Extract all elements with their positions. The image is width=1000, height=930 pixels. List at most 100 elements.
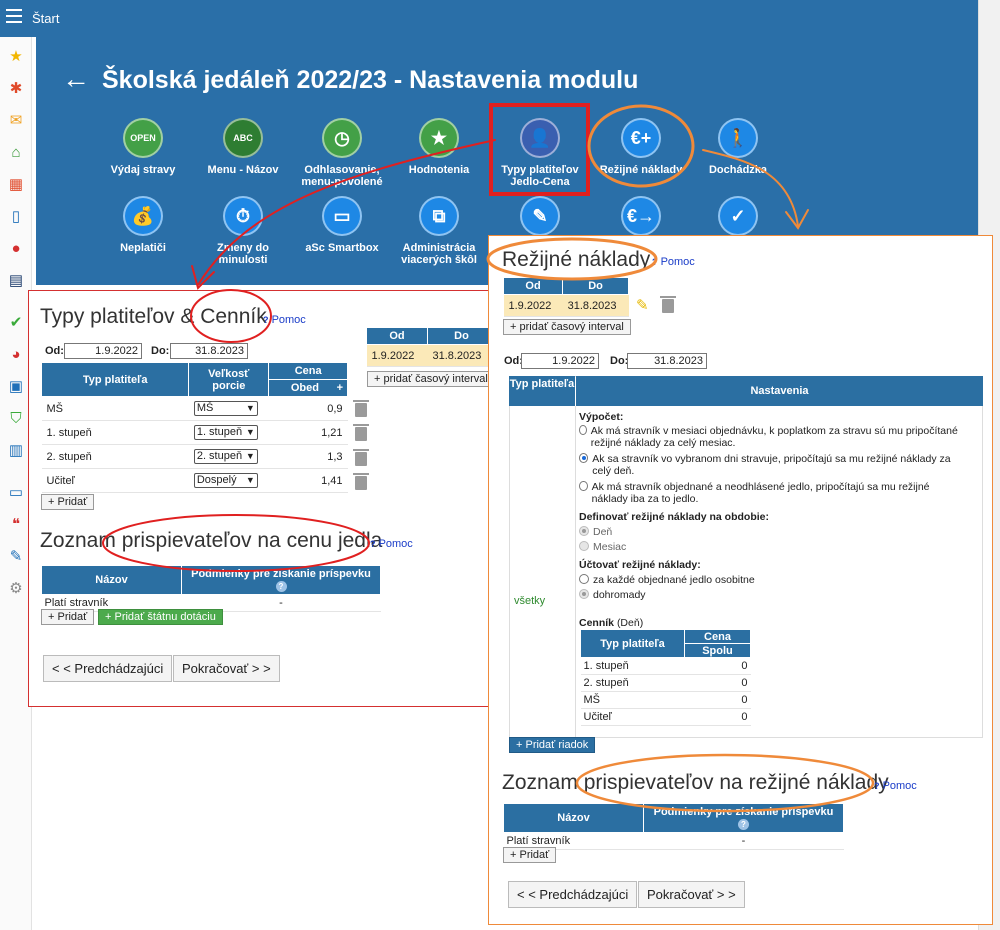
price-cell[interactable]: 0 [684, 708, 751, 726]
add-contributor-button[interactable]: + Pridať [41, 609, 95, 625]
module-clock[interactable]: ◷ Odhlasovanie, menu-povolené [292, 118, 392, 188]
info-icon[interactable]: ? [738, 819, 749, 830]
module-clock-history[interactable]: ⏱ Zmeny do minulosti [193, 196, 293, 266]
calc-option-monthly[interactable]: Ak má stravník v mesiaci objednávku, k p… [579, 425, 959, 449]
table-row[interactable]: 1.9.2022 31.8.2023 [503, 294, 629, 317]
home-icon[interactable]: ⌂ [7, 144, 25, 162]
module-star[interactable]: ★ Hodnotenia [389, 118, 489, 176]
module-monitor[interactable]: ▭ aSc Smartbox [292, 196, 392, 254]
delete-icon[interactable] [353, 424, 369, 444]
portion-select[interactable]: Dospelý ▼ [193, 473, 258, 488]
star-icon[interactable]: ★ [7, 48, 25, 66]
info-icon[interactable]: ? [275, 581, 287, 592]
calc-option-daily[interactable]: Ak sa stravník vo vybranom dni stravuje,… [579, 453, 959, 477]
od-input[interactable]: 1.9.2022 [64, 343, 142, 359]
billing-option-together[interactable]: dohromady [579, 589, 959, 601]
add-interval-button[interactable]: + pridať časový interval [503, 319, 631, 335]
module-org-chart[interactable]: ⧉ Administrácia viacerých škôl [389, 196, 489, 266]
add-state-subsidy-button[interactable]: + Pridať štátnu dotáciu [98, 609, 223, 625]
price-cell[interactable]: 1,41 [268, 468, 348, 493]
do-input[interactable]: 31.8.2023 [170, 343, 248, 359]
billing-label: Účtovať režijné náklady: [579, 559, 701, 571]
delete-icon[interactable] [353, 400, 369, 420]
add-contributor-button[interactable]: + Pridať [503, 847, 557, 863]
column-header: Nastavenia [576, 376, 983, 406]
calendar-icon[interactable]: ▦ [7, 176, 25, 194]
column-header: Cena [268, 362, 348, 380]
arrow-left-icon[interactable]: ← [62, 64, 90, 94]
help-link[interactable]: ? Pomoc [874, 780, 917, 792]
edit-pencil-icon[interactable]: ✎ [636, 296, 649, 314]
payment-icon: ✎ [520, 196, 560, 236]
module-walking[interactable]: 🚶 Dochádzka [688, 118, 788, 176]
table-cell: 31.8.2023 [427, 344, 496, 367]
shield-check-icon[interactable]: ⛉ [7, 410, 25, 428]
radio-button[interactable] [579, 574, 589, 584]
calc-option-per-meal[interactable]: Ak má stravník objednané a neodhlásené j… [579, 481, 959, 505]
briefcase-icon[interactable]: ▣ [7, 378, 25, 396]
portion-select[interactable]: 1. stupeň ▼ [193, 425, 258, 440]
price-cell[interactable]: 0 [684, 674, 751, 692]
help-label: Pomoc [882, 780, 917, 792]
palm-icon[interactable]: ✱ [7, 80, 25, 98]
column-header: Podmienky pre získanie príspevku ? [643, 803, 844, 833]
book-icon[interactable]: ▭ [7, 484, 25, 502]
help-link[interactable]: ? Pomoc [263, 314, 306, 326]
portion-select[interactable]: 2. stupeň ▼ [193, 449, 258, 464]
next-button[interactable]: Pokračovať > > [173, 655, 280, 682]
price-cell[interactable]: 1,21 [268, 420, 348, 445]
bar-chart-icon[interactable]: ▥ [7, 442, 25, 460]
phone-icon[interactable]: ▯ [7, 208, 25, 226]
help-label: Pomoc [378, 538, 413, 550]
cash-register-icon[interactable]: ▤ [7, 272, 25, 290]
help-link[interactable]: ? Pomoc [370, 538, 413, 550]
hamburger-icon[interactable] [6, 9, 22, 23]
price-cell[interactable]: 0 [684, 657, 751, 675]
delete-icon[interactable] [660, 296, 676, 316]
option-label: Ak má stravník objednané a neodhlásené j… [591, 481, 930, 505]
plus-icon[interactable]: + [337, 382, 343, 394]
module-euro-plus[interactable]: €+ Režijné náklady [591, 118, 691, 176]
previous-button[interactable]: < < Predchádzajúci [508, 881, 638, 908]
od-input[interactable]: 1.9.2022 [521, 353, 599, 369]
radio-button[interactable] [579, 425, 587, 435]
module-moneybag[interactable]: 💰 Neplatiči [93, 196, 193, 254]
price-cell[interactable]: 0,9 [268, 396, 348, 421]
previous-button[interactable]: < < Predchádzajúci [43, 655, 173, 682]
add-row-button[interactable]: + Pridať riadok [509, 737, 596, 753]
selection-highlight [489, 103, 590, 196]
add-button[interactable]: + Pridať [41, 494, 95, 510]
do-input[interactable]: 31.8.2023 [627, 353, 707, 369]
top-bar: Štart [0, 0, 978, 37]
gear-icon[interactable]: ⚙ [7, 580, 25, 598]
interval-table: Od Do 1.9.2022 31.8.2023 [502, 277, 629, 317]
calculation-label: Výpočet: [579, 411, 624, 423]
check-icon[interactable]: ✔ [7, 314, 25, 332]
billing-option-each[interactable]: za každé objednané jedlo osobitne [579, 574, 959, 586]
price-cell[interactable]: 1,3 [268, 444, 348, 469]
price-cell[interactable]: 0 [684, 691, 751, 709]
next-button[interactable]: Pokračovať > > [638, 881, 745, 908]
table-row[interactable]: 1.9.2022 31.8.2023 [366, 344, 496, 367]
pen-icon[interactable]: ✎ [7, 548, 25, 566]
radio-button[interactable] [579, 481, 588, 491]
add-interval-button[interactable]: + pridať časový interval [367, 371, 495, 387]
chat-icon[interactable]: ❝ [7, 516, 25, 534]
chart-pie-icon[interactable]: ◕ [7, 346, 25, 364]
delete-icon[interactable] [353, 473, 369, 493]
portion-select[interactable]: MŠ ▼ [193, 401, 258, 416]
delete-icon[interactable] [353, 449, 369, 469]
radio-button[interactable] [579, 453, 589, 463]
help-link[interactable]: ? Pomoc [652, 256, 695, 268]
module-abc-board[interactable]: ABC Menu - Názov [193, 118, 293, 176]
table-row: Učiteľ Dospelý ▼ 1,41 [41, 468, 348, 493]
module-label: aSc Smartbox [305, 242, 379, 254]
mail-icon[interactable]: ✉ [7, 112, 25, 130]
module-open-sign[interactable]: OPEN Výdaj stravy [93, 118, 193, 176]
start-link[interactable]: Štart [32, 11, 59, 26]
column-header-label: Podmienky pre získanie príspevku [653, 806, 834, 818]
person-icon[interactable]: ● [7, 240, 25, 258]
module-label: Režijné náklady [599, 164, 683, 176]
radio-button[interactable] [579, 589, 589, 599]
module-label: Odhlasovanie, menu-povolené [301, 164, 383, 188]
